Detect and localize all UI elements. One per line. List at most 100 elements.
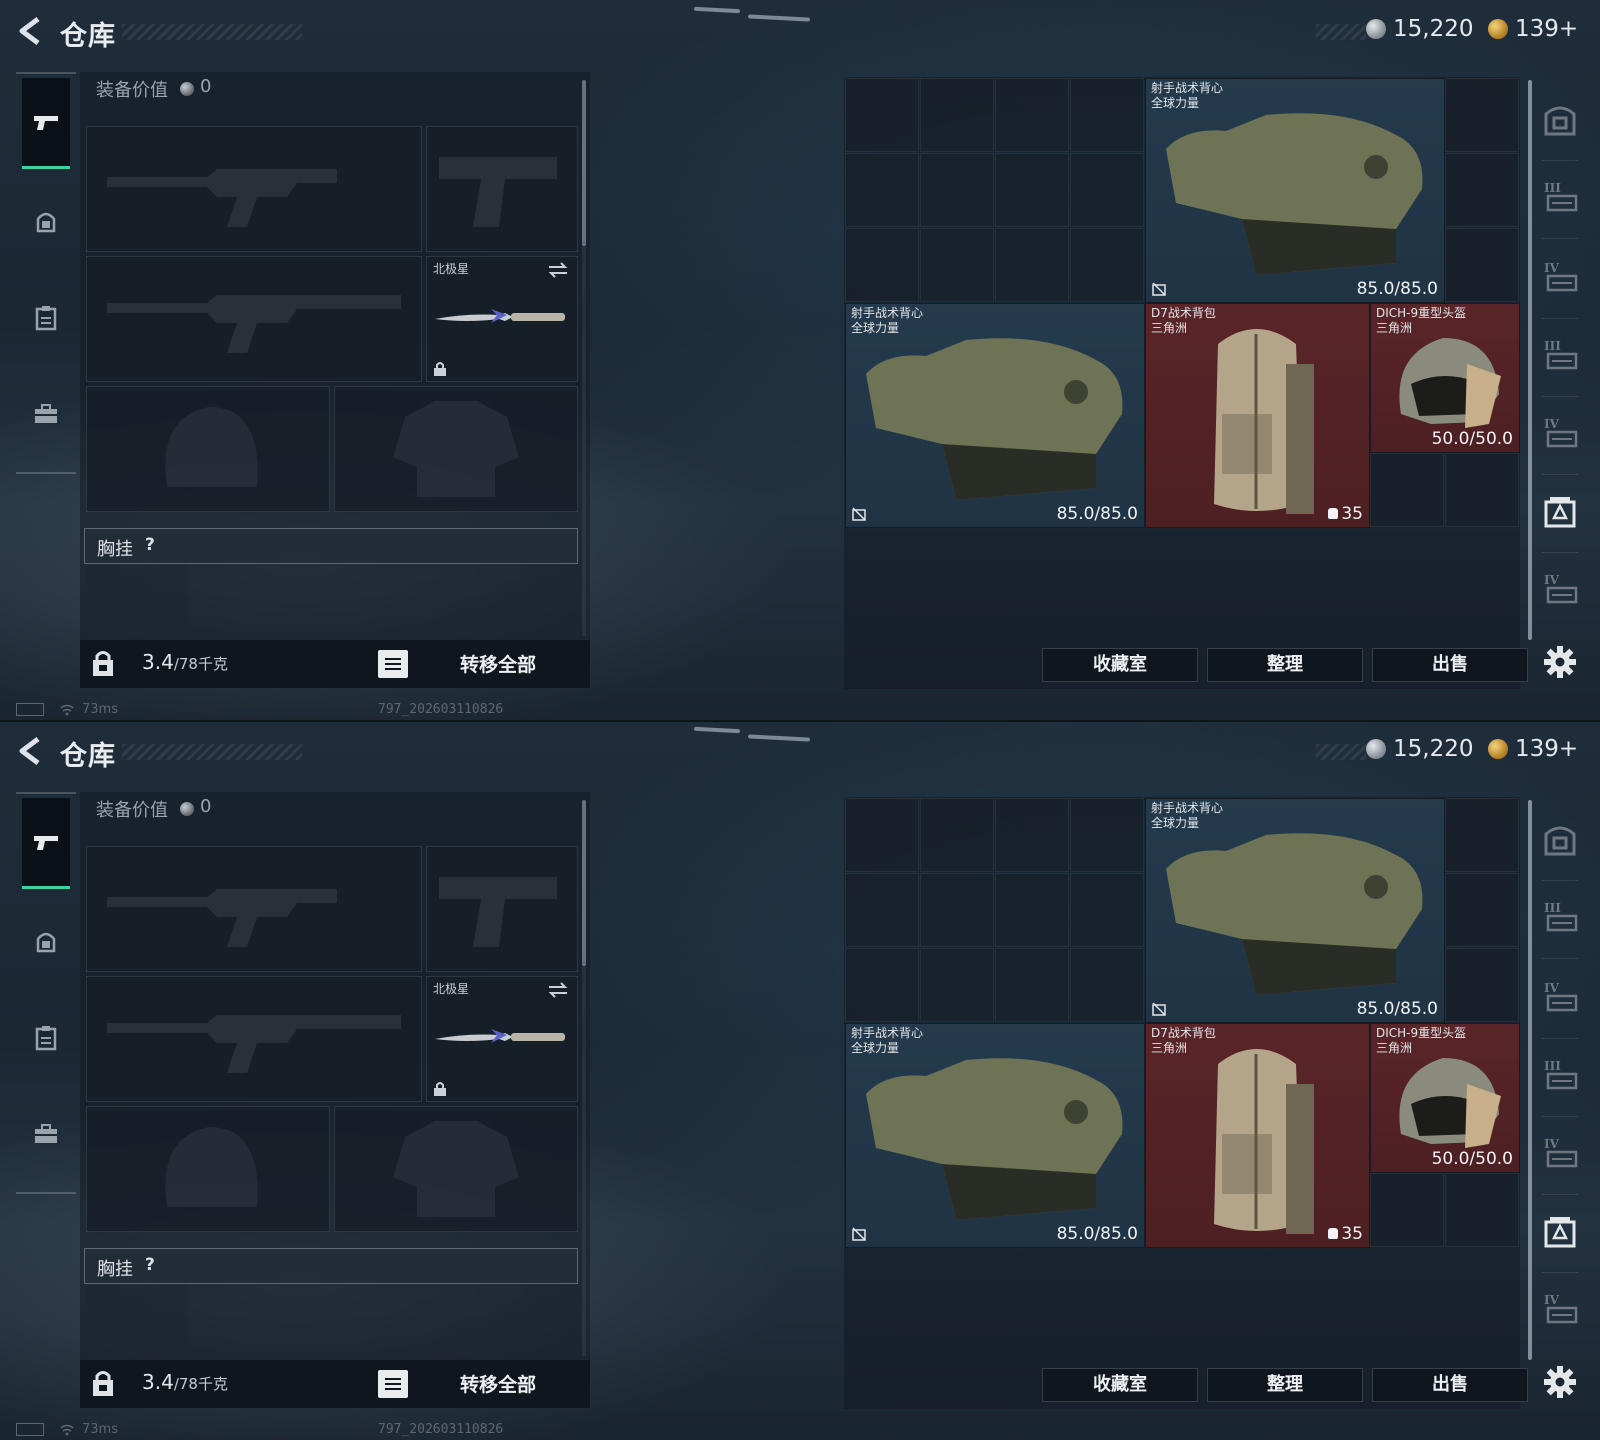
storage-item-backpack[interactable]: D7战术背包 三角洲 35 [1145,303,1370,528]
helmet-slot[interactable] [86,1106,330,1232]
sidearm-slot[interactable] [426,846,578,972]
storage-grid-cell[interactable] [845,798,919,872]
storage-grid-cell[interactable] [1445,453,1519,527]
storage-grid-cell[interactable] [995,798,1069,872]
storage-scrollbar[interactable] [1528,800,1532,1360]
settings-icon[interactable] [1540,642,1580,682]
storage-item-vest-1[interactable]: 射手战术背心 全球力量 85.0/85.0 [1145,78,1445,303]
primary-weapon-slot[interactable] [86,846,422,972]
storage-grid-cell[interactable] [920,153,994,227]
storage-grid-cell[interactable] [920,798,994,872]
nav-gear[interactable] [22,898,70,986]
tier-4-case-icon[interactable]: IV [1540,570,1580,610]
storage-item-helmet[interactable]: DICH-9重型头盔 三角洲 50.0/50.0 [1370,303,1520,453]
storage-grid-cell[interactable] [920,873,994,947]
body-armor-slot[interactable] [334,386,578,512]
chest-rig-slot[interactable] [86,566,188,638]
storage-grid-cell[interactable] [1370,1173,1444,1247]
storage-grid-cell[interactable] [1370,453,1444,527]
list-view-button[interactable] [378,1370,408,1398]
tier-4-box-icon[interactable]: IV [1540,1134,1580,1174]
tier-4-gun-icon[interactable]: IV [1540,258,1580,298]
storage-grid-cell[interactable] [1445,1173,1519,1247]
chest-rig-header[interactable]: 胸挂 ? [84,1248,578,1284]
transfer-all-button[interactable]: 转移全部 [460,650,536,677]
storage-grid-cell[interactable] [920,78,994,152]
transfer-all-button[interactable]: 转移全部 [460,1370,536,1397]
helmet-slot[interactable] [86,386,330,512]
storage-grid-cell[interactable] [1070,78,1144,152]
nav-gear[interactable] [22,178,70,266]
storage-grid-cell[interactable] [920,228,994,302]
nav-weapons[interactable] [22,78,70,169]
tier-3-gun-icon[interactable]: III [1540,1056,1580,1096]
storage-grid-cell[interactable] [1070,798,1144,872]
nav-supplies[interactable] [22,274,70,362]
help-icon[interactable]: ? [145,535,155,555]
storage-grid-cell[interactable] [1070,948,1144,1022]
tier-4-box-icon[interactable]: IV [1540,414,1580,454]
storage-item-vest-2[interactable]: 射手战术背心 全球力量 85.0/85.0 [845,303,1145,528]
collection-room-button[interactable]: 收藏室 [1042,1368,1198,1402]
storage-grid-cell[interactable] [845,948,919,1022]
tier-4-case-icon[interactable]: IV [1540,1290,1580,1330]
storage-grid-cell[interactable] [1445,228,1519,302]
sidearm-slot[interactable] [426,126,578,252]
sell-button[interactable]: 出售 [1372,648,1528,682]
currency-gold[interactable]: 139+ [1488,736,1578,762]
melee-slot[interactable]: 北极星 [426,976,578,1102]
back-arrow-icon[interactable] [16,16,44,46]
melee-slot[interactable]: 北极星 [426,256,578,382]
chest-rig-header[interactable]: 胸挂 ? [84,528,578,564]
storage-grid-cell[interactable] [1070,228,1144,302]
storage-grid-cell[interactable] [1445,153,1519,227]
help-icon[interactable]: ? [145,1255,155,1275]
storage-item-vest-2[interactable]: 射手战术背心 全球力量 85.0/85.0 [845,1023,1145,1248]
storage-grid-cell[interactable] [920,948,994,1022]
equipment-scrollbar[interactable] [582,80,586,246]
tier-4-gun-icon[interactable]: IV [1540,978,1580,1018]
settings-icon[interactable] [1540,1362,1580,1402]
storage-grid-cell[interactable] [995,873,1069,947]
safe-box-icon[interactable] [1540,820,1580,860]
storage-grid-cell[interactable] [845,153,919,227]
primary-weapon-slot[interactable] [86,126,422,252]
storage-grid-cell[interactable] [1070,153,1144,227]
collection-room-button[interactable]: 收藏室 [1042,648,1198,682]
storage-item-backpack[interactable]: D7战术背包 三角洲 35 [1145,1023,1370,1248]
sort-button[interactable]: 整理 [1207,1368,1363,1402]
currency-gold[interactable]: 139+ [1488,16,1578,42]
storage-grid-cell[interactable] [995,78,1069,152]
equipment-scrollbar[interactable] [582,800,586,966]
storage-item-helmet[interactable]: DICH-9重型头盔 三角洲 50.0/50.0 [1370,1023,1520,1173]
storage-grid-cell[interactable] [845,228,919,302]
back-arrow-icon[interactable] [16,736,44,766]
storage-grid-cell[interactable] [995,228,1069,302]
storage-grid-cell[interactable] [845,78,919,152]
storage-grid-cell[interactable] [845,873,919,947]
storage-grid-cell[interactable] [1445,798,1519,872]
nav-tools[interactable] [22,370,70,458]
storage-scrollbar[interactable] [1528,80,1532,640]
tier-crate-icon[interactable] [1540,492,1580,532]
chest-rig-slot[interactable] [86,1286,188,1358]
secondary-weapon-slot[interactable] [86,976,422,1102]
body-armor-slot[interactable] [334,1106,578,1232]
storage-grid-cell[interactable] [1445,873,1519,947]
storage-grid-cell[interactable] [1070,873,1144,947]
tier-3-vest-icon[interactable]: III [1540,898,1580,938]
nav-weapons[interactable] [22,798,70,889]
tier-3-vest-icon[interactable]: III [1540,178,1580,218]
storage-grid-cell[interactable] [1445,78,1519,152]
tier-3-gun-icon[interactable]: III [1540,336,1580,376]
tier-crate-icon[interactable] [1540,1212,1580,1252]
storage-grid-cell[interactable] [995,948,1069,1022]
storage-grid-cell[interactable] [995,153,1069,227]
sort-button[interactable]: 整理 [1207,648,1363,682]
nav-tools[interactable] [22,1090,70,1178]
sell-button[interactable]: 出售 [1372,1368,1528,1402]
nav-supplies[interactable] [22,994,70,1082]
storage-grid-cell[interactable] [1445,948,1519,1022]
list-view-button[interactable] [378,650,408,678]
secondary-weapon-slot[interactable] [86,256,422,382]
